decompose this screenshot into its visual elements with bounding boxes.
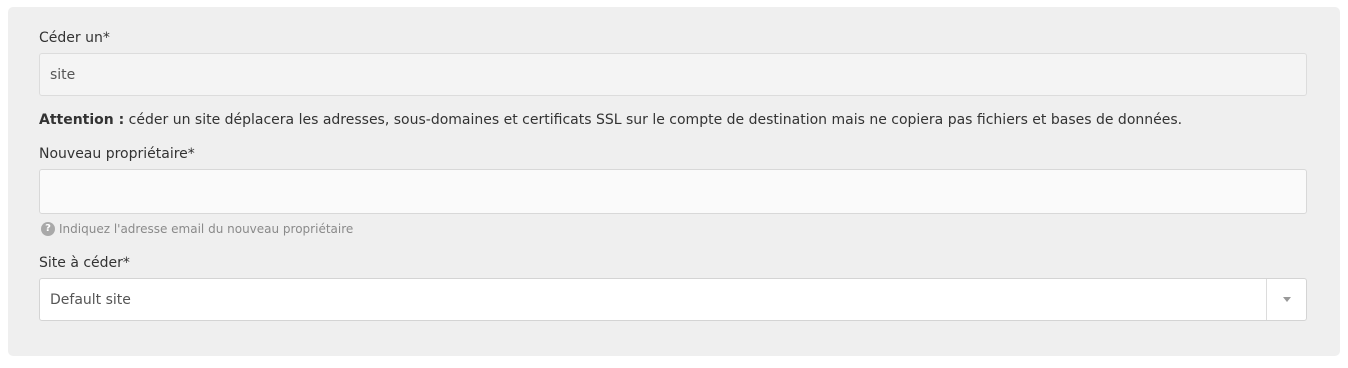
transfer-type-label: Céder un* xyxy=(39,30,110,46)
site-select-value: Default site xyxy=(50,291,131,308)
site-select[interactable]: Default site xyxy=(39,278,1307,321)
transfer-warning: Attention : céder un site déplacera les … xyxy=(39,111,1182,129)
caret-down-icon xyxy=(1282,297,1291,302)
transfer-type-field: site xyxy=(39,53,1307,96)
new-owner-email-input[interactable] xyxy=(39,169,1307,214)
new-owner-help: ? Indiquez l'adresse email du nouveau pr… xyxy=(41,221,353,237)
transfer-form-panel: Céder un* site Attention : céder un site… xyxy=(8,7,1340,356)
transfer-type-value: site xyxy=(50,66,76,83)
warning-text: céder un site déplacera les adresses, so… xyxy=(124,112,1183,128)
new-owner-label: Nouveau propriétaire* xyxy=(39,146,195,162)
site-select-label: Site à céder* xyxy=(39,255,130,271)
site-select-toggle[interactable] xyxy=(1266,279,1306,320)
question-circle-icon: ? xyxy=(41,222,55,236)
new-owner-help-text: Indiquez l'adresse email du nouveau prop… xyxy=(59,222,354,236)
warning-strong-label: Attention : xyxy=(39,112,125,128)
